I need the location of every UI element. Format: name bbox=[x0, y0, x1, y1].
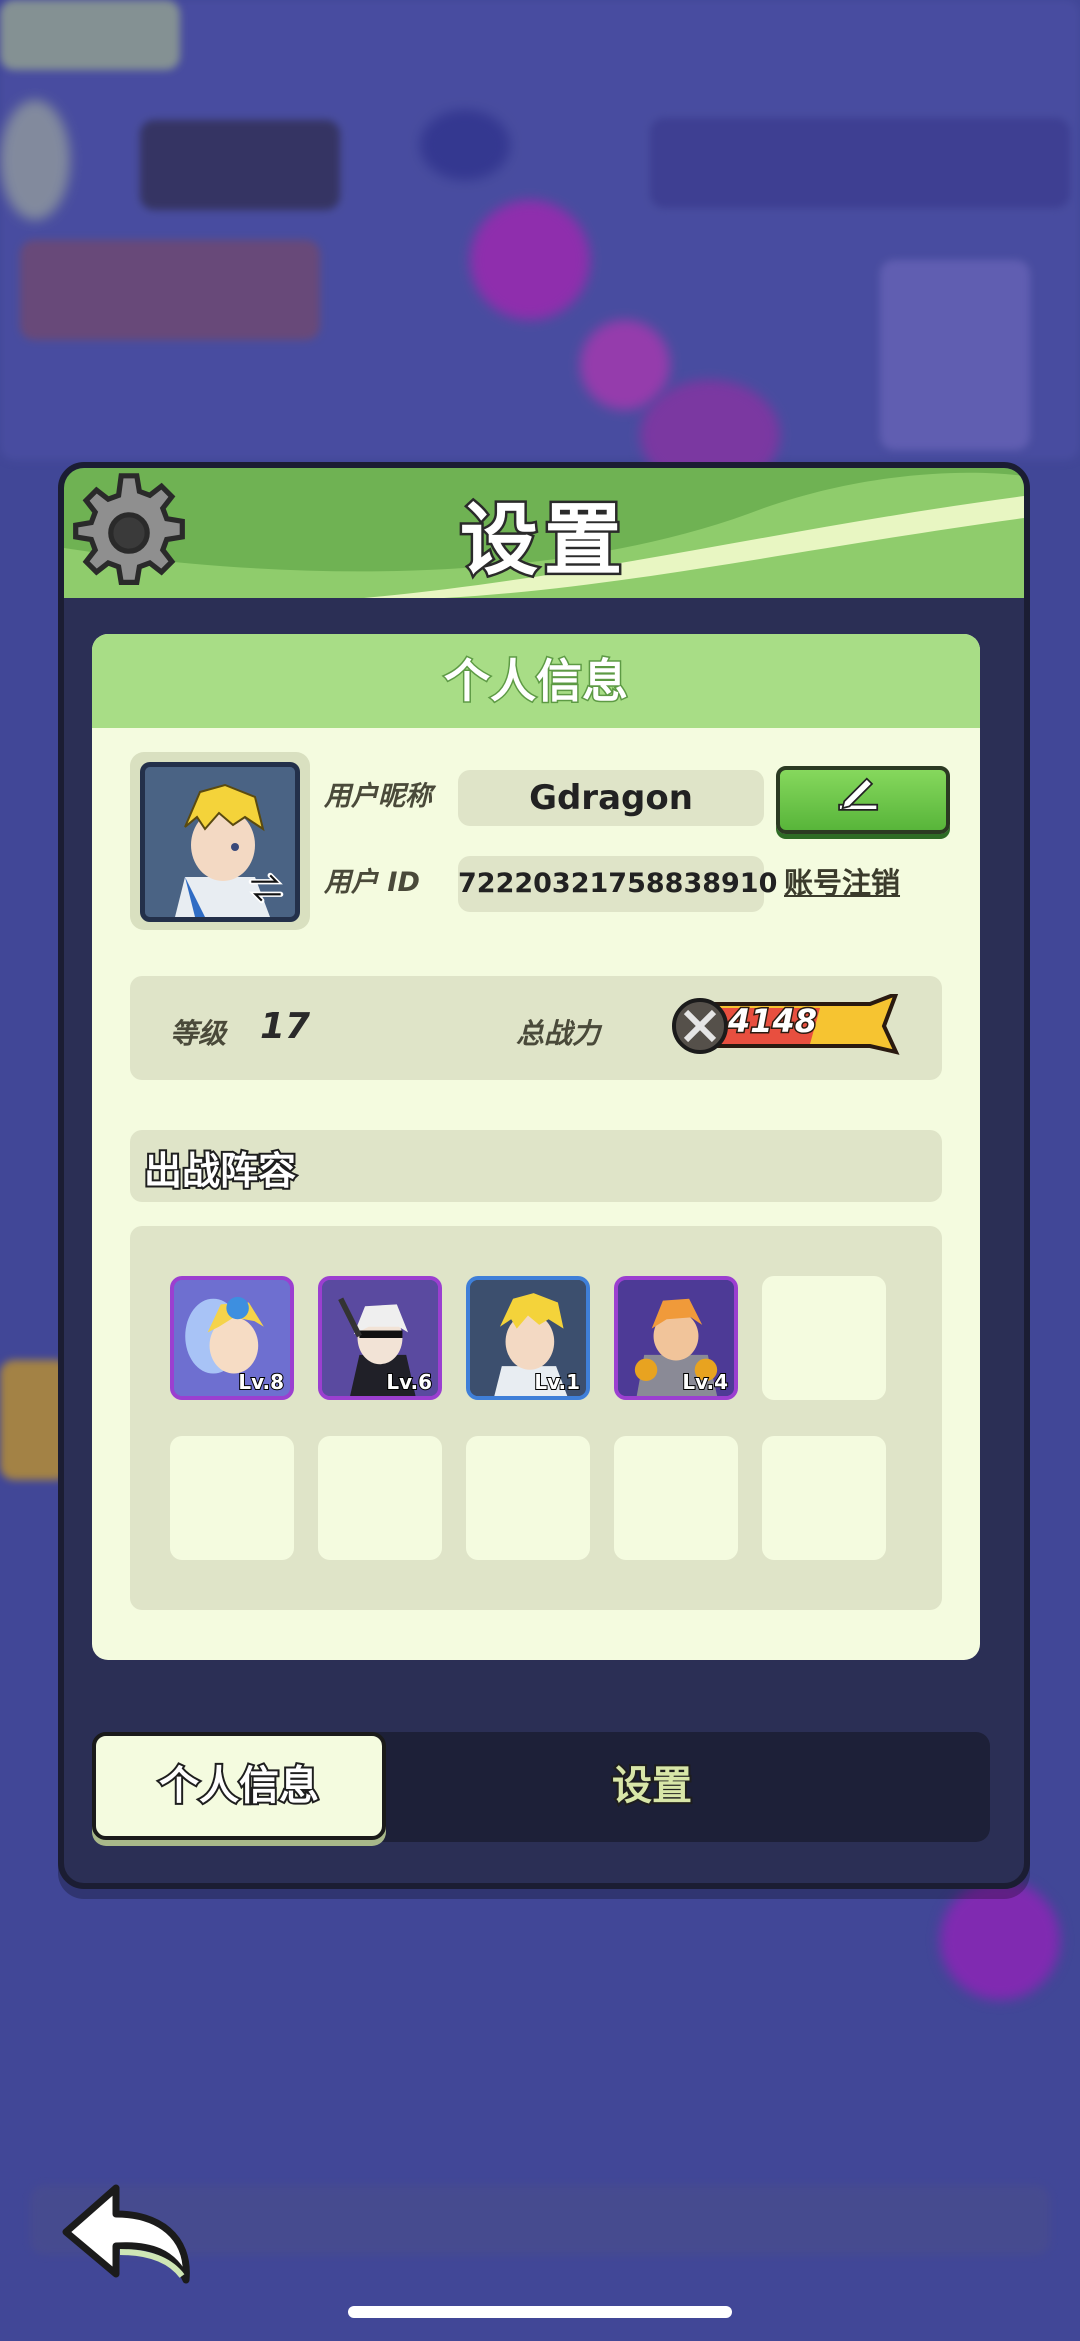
avatar[interactable] bbox=[140, 762, 300, 922]
pencil-icon bbox=[838, 777, 879, 811]
lineup-header: 出战阵容 bbox=[130, 1130, 942, 1202]
home-indicator[interactable] bbox=[348, 2306, 732, 2318]
stats-row: 等级 17 总战力 4148 bbox=[130, 976, 942, 1080]
nickname-field: Gdragon bbox=[458, 770, 764, 826]
power-label: 总战力 bbox=[516, 1017, 601, 1050]
lineup-title: 出战阵容 bbox=[142, 1147, 298, 1195]
empty-slot[interactable] bbox=[318, 1436, 442, 1560]
tab-profile[interactable]: 个人信息 bbox=[92, 1732, 386, 1840]
hero-level: Lv.4 bbox=[681, 1369, 729, 1395]
swap-icon[interactable] bbox=[245, 867, 287, 909]
avatar-frame[interactable] bbox=[130, 752, 310, 930]
tab-settings[interactable]: 设置 bbox=[512, 1732, 792, 1840]
empty-slot[interactable] bbox=[762, 1436, 886, 1560]
empty-slot[interactable] bbox=[762, 1276, 886, 1400]
level-label: 等级 bbox=[170, 1017, 227, 1050]
hero-slot-1[interactable]: Lv.8 bbox=[170, 1276, 294, 1400]
user-id-label: 用户 ID bbox=[324, 867, 420, 898]
panel-header: 设置 bbox=[64, 468, 1024, 598]
edit-nickname-button[interactable] bbox=[776, 766, 950, 834]
hero-level: Lv.1 bbox=[533, 1369, 581, 1395]
hero-level: Lv.6 bbox=[385, 1369, 433, 1395]
power-badge: 4148 bbox=[670, 994, 902, 1058]
empty-slot[interactable] bbox=[170, 1436, 294, 1560]
user-id-field: 72220321758838910 bbox=[458, 856, 777, 912]
hero-slot-4[interactable]: Lv.4 bbox=[614, 1276, 738, 1400]
empty-slot[interactable] bbox=[466, 1436, 590, 1560]
tab-bar: 个人信息 设置 bbox=[92, 1732, 990, 1842]
cancel-account-link[interactable]: 账号注销 bbox=[784, 860, 900, 902]
page-title: 设置 bbox=[457, 494, 628, 589]
back-arrow-icon[interactable] bbox=[58, 2180, 198, 2290]
level-value: 17 bbox=[260, 1006, 311, 1047]
hero-slot-2[interactable]: Lv.6 bbox=[318, 1276, 442, 1400]
profile-card: 个人信息 用户昵称 Gdragon 用户 ID 7222032175883891… bbox=[92, 634, 980, 1660]
power-value: 4148 bbox=[726, 1001, 818, 1042]
nickname-label: 用户昵称 bbox=[324, 781, 432, 812]
lineup-grid: Lv.8 Lv.6 Lv.1 Lv.4 bbox=[130, 1226, 942, 1610]
profile-section-title: 个人信息 bbox=[92, 634, 980, 728]
crossed-swords-icon bbox=[672, 998, 728, 1054]
hero-level: Lv.8 bbox=[237, 1369, 285, 1395]
hero-slot-3[interactable]: Lv.1 bbox=[466, 1276, 590, 1400]
empty-slot[interactable] bbox=[614, 1436, 738, 1560]
